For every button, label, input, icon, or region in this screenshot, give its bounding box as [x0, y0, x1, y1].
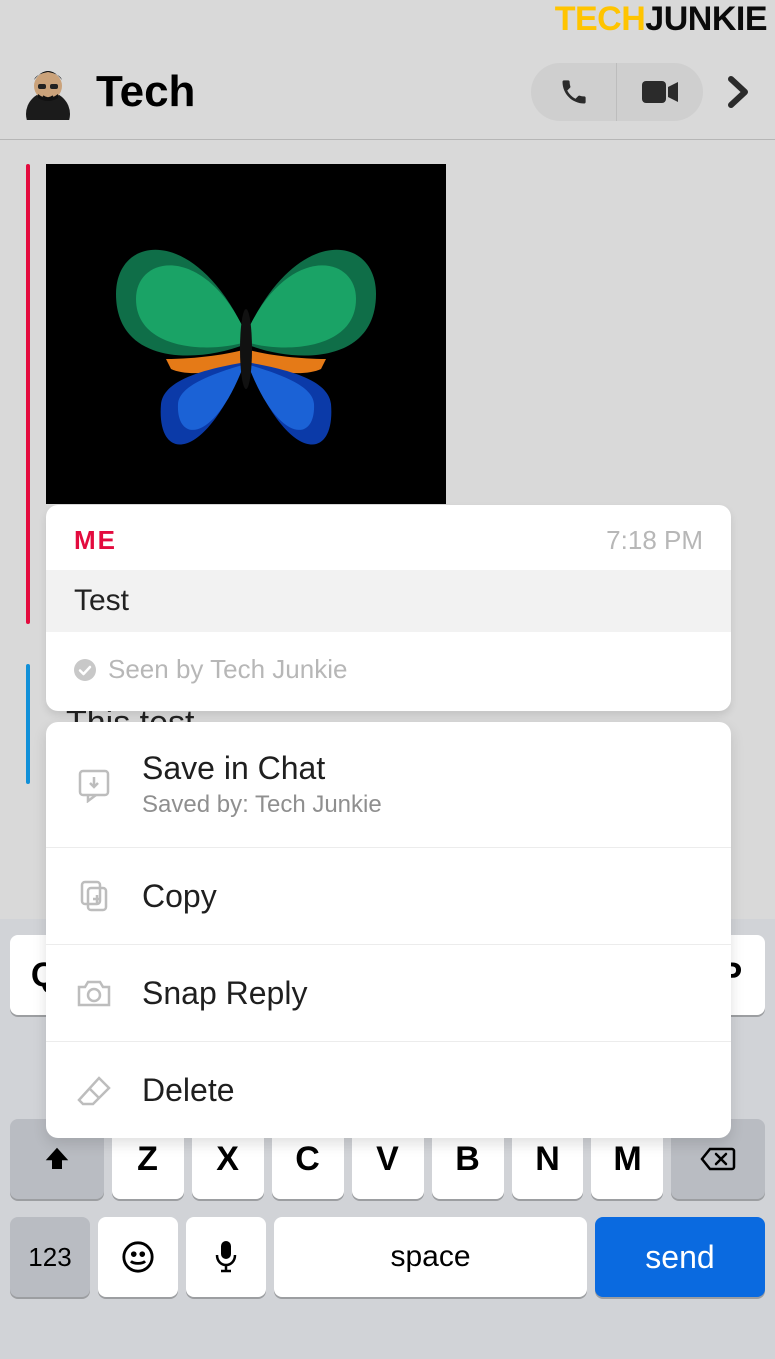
- sender-marker-other: [26, 664, 30, 784]
- sent-message-block: T This test: [20, 164, 755, 504]
- video-icon: [642, 79, 678, 105]
- voice-call-button[interactable]: [531, 63, 617, 121]
- sender-marker-me: [26, 164, 30, 624]
- watermark: TECHJUNKIE: [555, 0, 767, 39]
- menu-label: Delete: [142, 1072, 235, 1109]
- key-send[interactable]: send: [595, 1217, 765, 1297]
- seen-status: Seen by Tech Junkie: [46, 632, 731, 711]
- seen-text: Seen by Tech Junkie: [108, 654, 347, 685]
- menu-label: Save in Chat: [142, 750, 382, 787]
- call-button-group: [531, 63, 703, 121]
- key-emoji[interactable]: [98, 1217, 178, 1297]
- avatar[interactable]: [20, 64, 76, 120]
- chat-settings-button[interactable]: [721, 75, 755, 109]
- menu-snap-reply[interactable]: Snap Reply: [46, 945, 731, 1042]
- watermark-part1: TECH: [555, 0, 646, 38]
- message-preview-header: ME 7:18 PM: [46, 505, 731, 570]
- menu-label: Copy: [142, 878, 217, 915]
- message-preview-card: ME 7:18 PM Test Seen by Tech Junkie: [46, 505, 731, 711]
- message-context-menu: Save in Chat Saved by: Tech Junkie Copy …: [46, 722, 731, 1138]
- app-screen: TECHJUNKIE Tech: [0, 0, 775, 1359]
- menu-delete[interactable]: Delete: [46, 1042, 731, 1138]
- eraser-icon: [74, 1070, 114, 1110]
- camera-icon: [74, 973, 114, 1013]
- key-numeric[interactable]: 123: [10, 1217, 90, 1297]
- menu-copy[interactable]: Copy: [46, 848, 731, 945]
- copy-icon: [74, 876, 114, 916]
- key-dictation[interactable]: [186, 1217, 266, 1297]
- keyboard-row-4: 123 space send: [0, 1205, 775, 1317]
- seen-check-icon: [74, 659, 96, 681]
- message-timestamp: 7:18 PM: [606, 525, 703, 556]
- video-call-button[interactable]: [617, 63, 703, 121]
- watermark-part2: JUNKIE: [645, 0, 767, 38]
- emoji-icon: [121, 1240, 155, 1274]
- chat-name: Tech: [96, 67, 531, 117]
- sent-image[interactable]: [46, 164, 446, 504]
- phone-icon: [559, 77, 589, 107]
- chevron-right-icon: [727, 75, 749, 109]
- message-text: Test: [46, 570, 731, 632]
- save-in-chat-icon: [74, 765, 114, 805]
- mic-icon: [213, 1239, 239, 1275]
- menu-save-in-chat[interactable]: Save in Chat Saved by: Tech Junkie: [46, 722, 731, 848]
- shift-icon: [42, 1144, 72, 1174]
- chat-header: Tech: [0, 45, 775, 140]
- menu-sublabel: Saved by: Tech Junkie: [142, 791, 382, 819]
- sender-label-me: ME: [74, 525, 117, 556]
- menu-label: Snap Reply: [142, 975, 307, 1012]
- backspace-icon: [700, 1145, 736, 1173]
- key-space[interactable]: space: [274, 1217, 587, 1297]
